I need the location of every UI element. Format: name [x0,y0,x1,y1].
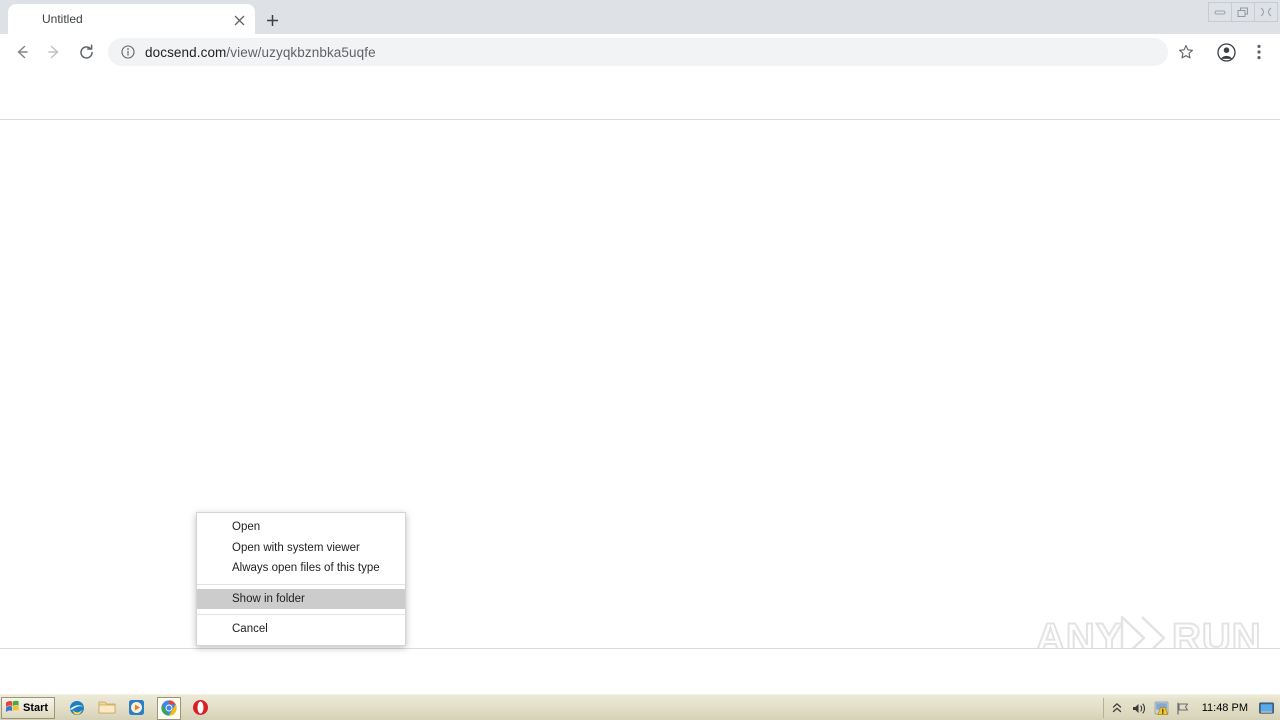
start-label: Start [23,702,49,714]
menu-item-always-open-files-of-this-type[interactable]: Always open files of this type [197,558,405,579]
arrow-left-icon[interactable] [10,40,34,64]
menu-item-open-with-system-viewer[interactable]: Open with system viewer [197,538,405,559]
opera-icon[interactable] [192,699,210,717]
reload-icon[interactable] [74,40,98,64]
chrome-browser-window: Untitled docsend.com/view/uzyqkbznbka5uq… [0,0,1280,694]
page-viewport[interactable] [0,121,1280,648]
browser-toolbar: docsend.com/view/uzyqkbznbka5uqfe [0,34,1280,70]
tab-strip: Untitled [0,0,1280,34]
quick-launch-bar [68,696,210,720]
show-desktop-icon[interactable] [1259,701,1274,716]
star-icon[interactable] [1174,40,1198,64]
close-button[interactable] [1254,2,1278,22]
minimize-button[interactable] [1208,2,1232,22]
download-context-menu[interactable]: Open Open with system viewer Always open… [196,512,406,646]
window-controls [1208,1,1278,23]
volume-icon[interactable] [1132,701,1147,716]
chrome-icon[interactable] [157,696,181,720]
address-bar[interactable]: docsend.com/view/uzyqkbznbka5uqfe [108,38,1168,66]
address-bar-url: docsend.com/view/uzyqkbznbka5uqfe [145,45,376,60]
windows-taskbar: Start 11:48 PM [0,694,1280,720]
download-shelf: Invoices due 9101....html Show all [0,648,1280,694]
show-hidden-icons-icon[interactable] [1110,701,1125,716]
windows-flag-icon [5,699,20,718]
restore-button[interactable] [1231,2,1255,22]
menu-item-show-in-folder[interactable]: Show in folder [197,588,405,609]
url-domain: docsend.com [145,44,227,60]
url-path: /view/uzyqkbznbka5uqfe [226,44,376,60]
folder-icon[interactable] [98,699,116,717]
menu-item-open[interactable]: Open [197,517,405,538]
start-button[interactable]: Start [1,697,55,719]
menu-item-cancel[interactable]: Cancel [197,619,405,640]
three-dot-menu-icon[interactable] [1247,40,1271,64]
system-tray: 11:48 PM [1102,698,1278,718]
browser-tab[interactable]: Untitled [8,4,255,34]
flag-icon[interactable] [1176,701,1191,716]
info-circle-icon[interactable] [120,44,136,60]
tab-title: Untitled [42,12,83,26]
menu-separator [197,583,405,585]
menu-separator [197,614,405,615]
default-browser-infobar: Google Chrome isn't your default browser… [0,70,1280,181]
taskbar-clock[interactable]: 11:48 PM [1198,702,1252,714]
arrow-right-icon[interactable] [42,40,66,64]
internet-explorer-icon[interactable] [68,699,86,717]
account-circle-icon[interactable] [1214,40,1238,64]
security-alert-icon[interactable] [1154,701,1169,716]
new-tab-button[interactable] [258,6,286,34]
menu-bottom-padding [197,640,405,645]
close-icon[interactable] [230,11,248,29]
media-player-icon[interactable] [128,699,146,717]
